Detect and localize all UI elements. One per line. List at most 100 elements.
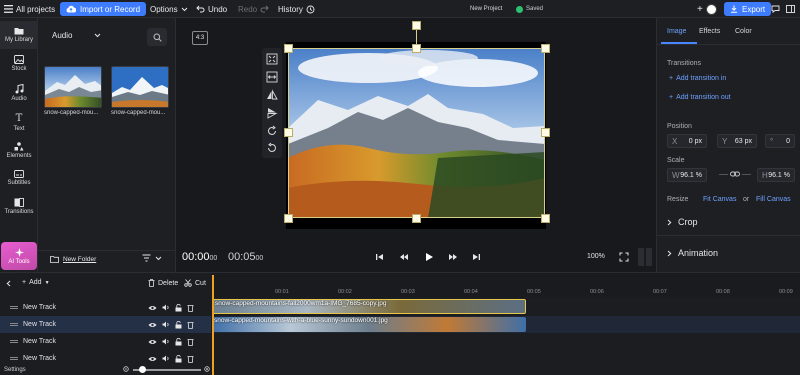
settings-button[interactable]: Settings	[4, 367, 26, 373]
track-row[interactable]: New Track	[0, 299, 211, 316]
zoom-thumb[interactable]	[139, 365, 146, 373]
resize-handle[interactable]	[412, 214, 421, 223]
new-folder-button[interactable]: New Folder	[50, 256, 96, 263]
panel-toggle[interactable]	[638, 248, 644, 266]
library-filter-dropdown[interactable]: Audio	[52, 31, 101, 40]
eye-icon[interactable]	[148, 322, 157, 328]
volume-icon[interactable]	[162, 355, 170, 362]
tab-image[interactable]: Image	[667, 28, 686, 35]
fill-canvas-link[interactable]: Fill Canvas	[756, 196, 791, 203]
flip-vertical-icon[interactable]	[264, 105, 280, 121]
rotate-left-icon[interactable]	[264, 140, 280, 156]
rotate-handle[interactable]	[412, 21, 421, 30]
timeline-clip[interactable]: snow-capped-mountains-fall2000wm1a-IMG_7…	[212, 299, 526, 314]
resize-handle[interactable]	[541, 128, 550, 137]
position-y-field[interactable]: Y 63 px	[717, 134, 757, 148]
eye-icon[interactable]	[148, 356, 157, 362]
cut-button[interactable]: Cut	[184, 279, 206, 287]
rewind-icon[interactable]	[399, 253, 409, 261]
redo-button[interactable]: Redo	[238, 0, 269, 18]
import-record-button[interactable]: Import or Record	[60, 2, 147, 16]
lock-icon[interactable]	[175, 320, 182, 329]
crop-accordion[interactable]: Crop	[667, 217, 698, 227]
lock-ratio-toggle[interactable]	[719, 170, 751, 178]
add-transition-out-link[interactable]: + Add transition out	[669, 94, 731, 101]
fullscreen-icon[interactable]	[619, 252, 629, 262]
resize-handle[interactable]	[284, 44, 293, 53]
scale-width-field[interactable]: W 96.1 %	[667, 168, 707, 182]
options-menu[interactable]: Options	[150, 0, 188, 18]
tab-effects[interactable]: Effects	[699, 28, 720, 35]
all-projects-button[interactable]: All projects	[4, 0, 55, 18]
trash-icon[interactable]	[187, 338, 194, 346]
rail-item-my-library[interactable]: My Library	[0, 21, 38, 49]
skip-end-icon[interactable]	[472, 253, 481, 261]
resize-handle[interactable]	[541, 214, 550, 223]
lock-icon[interactable]	[175, 354, 182, 363]
trash-icon[interactable]	[187, 355, 194, 363]
play-button[interactable]	[424, 252, 434, 262]
position-x-field[interactable]: X0 px	[667, 134, 707, 148]
flip-horizontal-icon[interactable]	[264, 87, 280, 103]
playhead[interactable]	[212, 275, 214, 375]
track-row[interactable]: New Track	[0, 350, 211, 367]
rotate-right-icon[interactable]	[264, 123, 280, 139]
rail-item-subtitles[interactable]: Subtitles	[0, 170, 38, 186]
volume-icon[interactable]	[162, 304, 170, 311]
eye-icon[interactable]	[148, 305, 157, 311]
add-track-button[interactable]: + Add ▼	[22, 279, 50, 286]
animation-accordion[interactable]: Animation	[667, 248, 718, 258]
zoom-slider[interactable]	[123, 365, 211, 373]
project-name[interactable]: New Project	[470, 0, 502, 18]
fill-width-icon[interactable]	[264, 69, 280, 85]
collapse-icon[interactable]	[6, 280, 11, 287]
rail-item-elements[interactable]: Elements	[0, 142, 38, 159]
ai-tools-button[interactable]: AI Tools	[1, 242, 37, 270]
layout-icon[interactable]	[786, 0, 795, 18]
fit-canvas-link[interactable]: Fit Canvas	[703, 196, 736, 203]
lock-icon[interactable]	[175, 303, 182, 312]
trash-icon[interactable]	[187, 321, 194, 329]
trash-icon[interactable]	[187, 304, 194, 312]
delete-button[interactable]: Delete	[148, 279, 178, 287]
eye-icon[interactable]	[148, 339, 157, 345]
resize-handle[interactable]	[284, 214, 293, 223]
timeline-clip[interactable]: snow-capped-mountains-with-a-blue-sunny-…	[212, 317, 526, 332]
volume-icon[interactable]	[162, 338, 170, 345]
lock-icon[interactable]	[175, 337, 182, 346]
scale-height-field[interactable]: H 96.1 %	[757, 168, 795, 182]
scissors-icon	[184, 279, 192, 287]
rail-item-text[interactable]: T Text	[0, 113, 38, 132]
options-label: Options	[150, 4, 178, 14]
library-thumbnail[interactable]	[44, 66, 102, 108]
rail-item-stock[interactable]: Stock	[0, 55, 38, 72]
sort-button[interactable]	[142, 254, 162, 262]
fast-forward-icon[interactable]	[448, 253, 458, 261]
time-ruler[interactable]: 00:01 00:02 00:03 00:04 00:05 00:06 00:0…	[212, 273, 800, 297]
rotation-field[interactable]: ° 0	[765, 134, 795, 148]
volume-icon[interactable]	[162, 321, 170, 328]
add-transition-in-link[interactable]: + Add transition in	[669, 75, 726, 82]
plus-icon: +	[697, 3, 703, 15]
resize-handle[interactable]	[541, 44, 550, 53]
rail-item-transitions[interactable]: Transitions	[0, 198, 38, 215]
export-button[interactable]: Export	[724, 2, 772, 16]
chat-icon[interactable]	[771, 0, 780, 18]
skip-start-icon[interactable]	[375, 253, 384, 261]
undo-button[interactable]: Undo	[196, 0, 227, 18]
new-folder-label: New Folder	[63, 256, 97, 263]
rail-item-audio[interactable]: Audio	[0, 84, 38, 102]
track-row[interactable]: New Track	[0, 316, 211, 333]
history-button[interactable]: History	[278, 0, 315, 18]
resize-handle[interactable]	[412, 44, 421, 53]
zoom-level[interactable]: 100%	[587, 253, 605, 260]
search-button[interactable]	[147, 28, 167, 46]
fit-icon[interactable]	[264, 51, 280, 67]
aspect-ratio-button[interactable]: 4:3	[192, 31, 208, 45]
panel-toggle[interactable]	[646, 248, 652, 266]
resize-handle[interactable]	[284, 128, 293, 137]
tab-color[interactable]: Color	[735, 28, 752, 35]
collaborators[interactable]: +	[697, 0, 717, 18]
track-row[interactable]: New Track	[0, 333, 211, 350]
library-thumbnail[interactable]	[111, 66, 169, 108]
